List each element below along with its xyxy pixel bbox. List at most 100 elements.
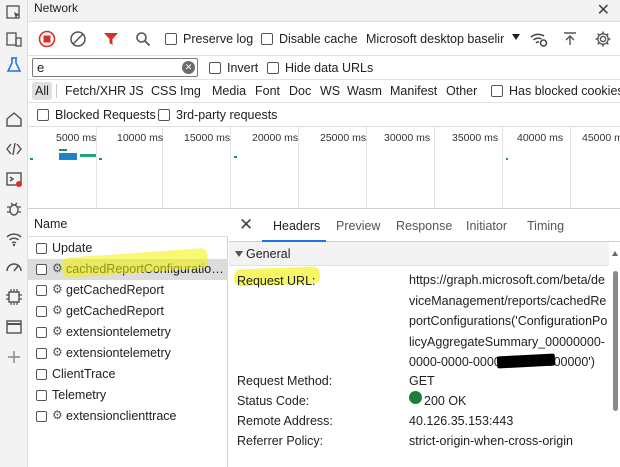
search-button[interactable] — [132, 28, 154, 50]
hide-data-urls-checkbox[interactable] — [267, 62, 279, 74]
request-name: extensionclienttrace — [66, 409, 177, 423]
console-icon[interactable] — [3, 168, 25, 190]
debug-icon[interactable] — [3, 198, 25, 220]
request-name: extensiontelemetry — [66, 325, 171, 339]
sources-icon[interactable] — [3, 138, 25, 160]
request-name: ClientTrace — [52, 367, 116, 381]
invert-checkbox[interactable] — [209, 62, 221, 74]
tab-timing[interactable]: Timing — [527, 219, 564, 233]
filter-icon — [104, 33, 118, 45]
disable-cache-label: Disable cache — [279, 32, 358, 46]
filter-button[interactable] — [100, 28, 122, 50]
status-ok-icon — [409, 391, 422, 404]
request-list-header[interactable]: Name — [28, 209, 228, 237]
import-har-button[interactable] — [559, 28, 581, 50]
has-blocked-cookies-checkbox[interactable] — [491, 85, 503, 97]
throttling-value: Microsoft desktop baseline — [366, 32, 504, 46]
general-section-header[interactable]: General — [229, 242, 609, 266]
request-checkbox[interactable] — [36, 264, 47, 275]
device-toolbar-icon[interactable] — [3, 28, 25, 50]
elements-icon[interactable] — [3, 2, 25, 24]
timeline-tick-label: 10000 ms — [117, 132, 164, 144]
scroll-up-icon[interactable] — [612, 251, 618, 256]
timeline-gridline — [298, 127, 299, 209]
timeline-tick-label: 40000 ms — [517, 132, 564, 144]
scrollbar-thumb[interactable] — [613, 271, 618, 411]
request-row[interactable]: ⚙ extensionclienttrace — [28, 406, 228, 427]
tab-preview[interactable]: Preview — [336, 219, 380, 233]
timeline-gridline — [366, 127, 367, 209]
type-other[interactable]: Other — [443, 82, 480, 100]
welcome-icon[interactable] — [3, 108, 25, 130]
request-checkbox[interactable] — [36, 411, 47, 422]
timeline-request-bar — [30, 158, 33, 160]
tab-headers[interactable]: Headers — [273, 219, 320, 233]
general-section-title: General — [246, 247, 291, 261]
type-manifest[interactable]: Manifest — [387, 82, 440, 100]
more-tools-icon[interactable] — [3, 346, 25, 368]
request-row[interactable]: ClientTrace — [28, 364, 228, 385]
request-checkbox[interactable] — [36, 348, 47, 359]
timeline-tick-label: 15000 ms — [184, 132, 231, 144]
clear-button[interactable] — [67, 28, 89, 50]
timeline-tick-label: 20000 ms — [252, 132, 299, 144]
request-checkbox[interactable] — [36, 327, 47, 338]
application-icon[interactable] — [3, 316, 25, 338]
has-blocked-cookies-label: Has blocked cookies — [509, 84, 620, 98]
remote-address-value: 40.126.35.153:443 — [409, 414, 514, 428]
type-doc[interactable]: Doc — [286, 82, 314, 100]
preserve-log-checkbox[interactable] — [165, 33, 177, 45]
settings-button[interactable] — [592, 28, 614, 50]
request-checkbox[interactable] — [36, 369, 47, 380]
throttling-select[interactable]: Microsoft desktop baseline — [364, 28, 522, 50]
request-checkbox[interactable] — [36, 306, 47, 317]
referrer-policy-label: Referrer Policy: — [237, 434, 324, 448]
request-checkbox[interactable] — [36, 390, 47, 401]
tab-initiator[interactable]: Initiator — [466, 219, 507, 233]
performance-icon[interactable] — [3, 256, 25, 278]
type-img[interactable]: Img — [177, 82, 204, 100]
service-worker-gear-icon: ⚙ — [52, 303, 63, 317]
timeline-request-bar — [59, 153, 77, 160]
network-conditions-button[interactable] — [528, 28, 550, 50]
close-icon[interactable]: ✕ — [597, 0, 610, 20]
remote-address-label: Remote Address: — [237, 414, 333, 428]
blocked-requests-label: Blocked Requests — [55, 108, 156, 122]
filter-input-value: e — [37, 60, 45, 75]
network-icon[interactable] — [3, 228, 25, 250]
type-wasm[interactable]: Wasm — [344, 82, 385, 100]
request-row[interactable]: ⚙ extensiontelemetry — [28, 343, 228, 364]
close-details-icon[interactable]: ✕ — [239, 215, 253, 235]
type-fetch-xhr[interactable]: Fetch/XHR — [62, 82, 129, 100]
type-font[interactable]: Font — [252, 82, 283, 100]
record-button[interactable] — [36, 28, 58, 50]
third-party-requests-checkbox[interactable] — [158, 109, 170, 121]
memory-icon[interactable] — [3, 286, 25, 308]
disable-cache-checkbox[interactable] — [261, 33, 273, 45]
request-list: Name Update ⚙ cachedReportConfigurations… — [28, 209, 228, 467]
request-details-pane: ✕ Headers Preview Response Initiator Tim… — [229, 209, 620, 467]
type-js[interactable]: JS — [126, 82, 147, 100]
clear-filter-icon[interactable]: ✕ — [182, 61, 195, 74]
experiments-icon[interactable] — [3, 54, 25, 76]
overview-timeline[interactable]: 5000 ms 10000 ms 15000 ms 20000 ms 25000… — [28, 127, 620, 209]
details-scrollbar[interactable] — [612, 251, 619, 467]
type-all[interactable]: All — [32, 82, 52, 100]
filter-input[interactable]: e ✕ — [32, 58, 198, 77]
request-row[interactable]: ⚙ getCachedReport — [28, 301, 228, 322]
blocked-requests-checkbox[interactable] — [37, 109, 49, 121]
request-checkbox[interactable] — [36, 243, 47, 254]
status-code-label: Status Code: — [237, 394, 310, 408]
request-row[interactable]: ⚙ getCachedReport — [28, 280, 228, 301]
request-checkbox[interactable] — [36, 285, 47, 296]
details-tabs: ✕ Headers Preview Response Initiator Tim… — [229, 209, 620, 242]
request-method-label: Request Method: — [237, 374, 333, 388]
type-ws[interactable]: WS — [317, 82, 343, 100]
type-css[interactable]: CSS — [148, 82, 180, 100]
request-row[interactable]: ⚙ extensiontelemetry — [28, 322, 228, 343]
invert-label: Invert — [227, 61, 259, 75]
type-media[interactable]: Media — [209, 82, 249, 100]
request-row[interactable]: Telemetry — [28, 385, 228, 406]
tab-response[interactable]: Response — [396, 219, 452, 233]
activity-bar — [0, 0, 28, 467]
